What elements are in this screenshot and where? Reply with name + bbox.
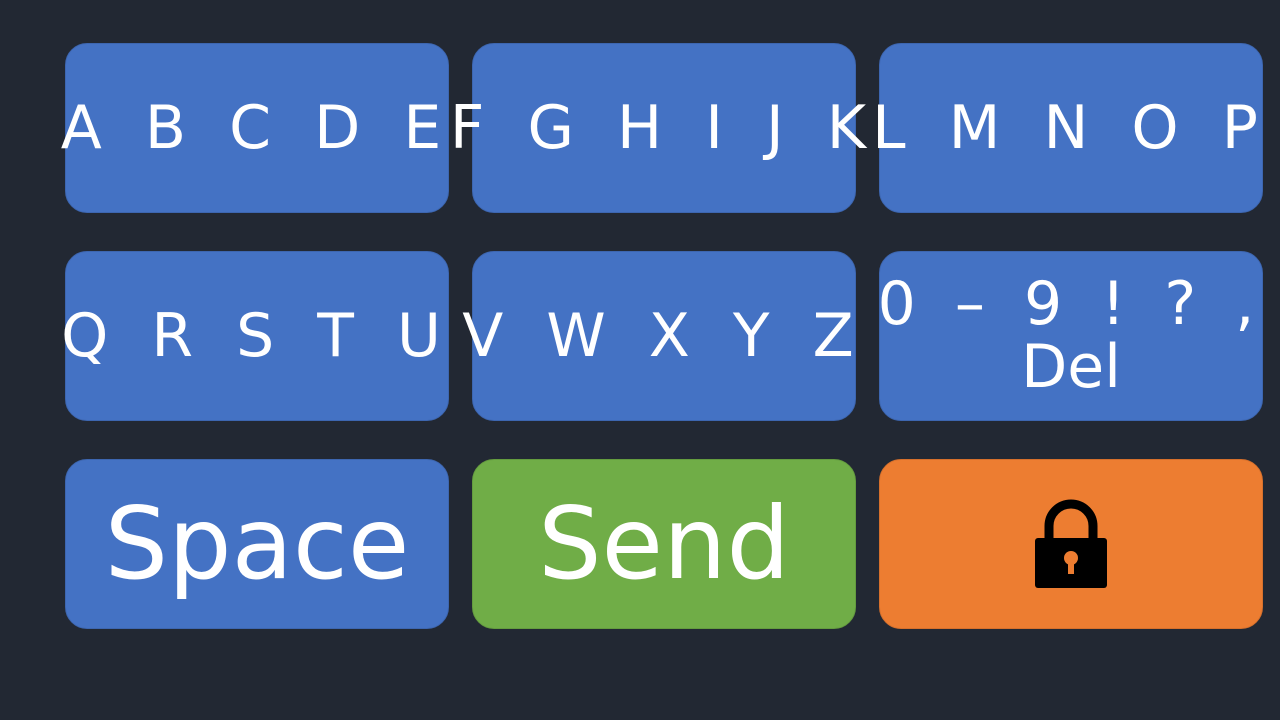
send-label: Send <box>538 485 790 602</box>
key-v-to-z-label: V W X Y Z <box>462 301 866 371</box>
lock-button[interactable] <box>879 459 1263 629</box>
key-v-to-z[interactable]: V W X Y Z <box>462 251 856 421</box>
key-numbers-punctuation-delete[interactable]: 0 – 9 ! ? , Del <box>877 251 1265 421</box>
key-numbers-label: 0 – 9 ! ? , <box>877 269 1265 339</box>
key-q-to-u-label: Q R S T U <box>61 301 453 371</box>
key-a-to-e[interactable]: A B C D E <box>61 43 449 213</box>
key-a-to-e-label: A B C D E <box>60 93 454 163</box>
space-button[interactable]: Space <box>65 459 449 629</box>
key-f-to-k[interactable]: F G H I J K <box>450 43 866 213</box>
key-f-to-k-label: F G H I J K <box>449 93 879 163</box>
key-l-to-p[interactable]: L M N O P <box>872 43 1263 213</box>
key-delete-label: Del <box>1021 332 1121 402</box>
scanning-keyboard: A B C D E F G H I J K L M N O P Q R S T … <box>0 0 1280 720</box>
key-q-to-u[interactable]: Q R S T U <box>61 251 449 421</box>
key-l-to-p-label: L M N O P <box>872 93 1270 163</box>
space-label: Space <box>104 485 410 602</box>
send-button[interactable]: Send <box>472 459 856 629</box>
lock-icon <box>1035 499 1107 588</box>
